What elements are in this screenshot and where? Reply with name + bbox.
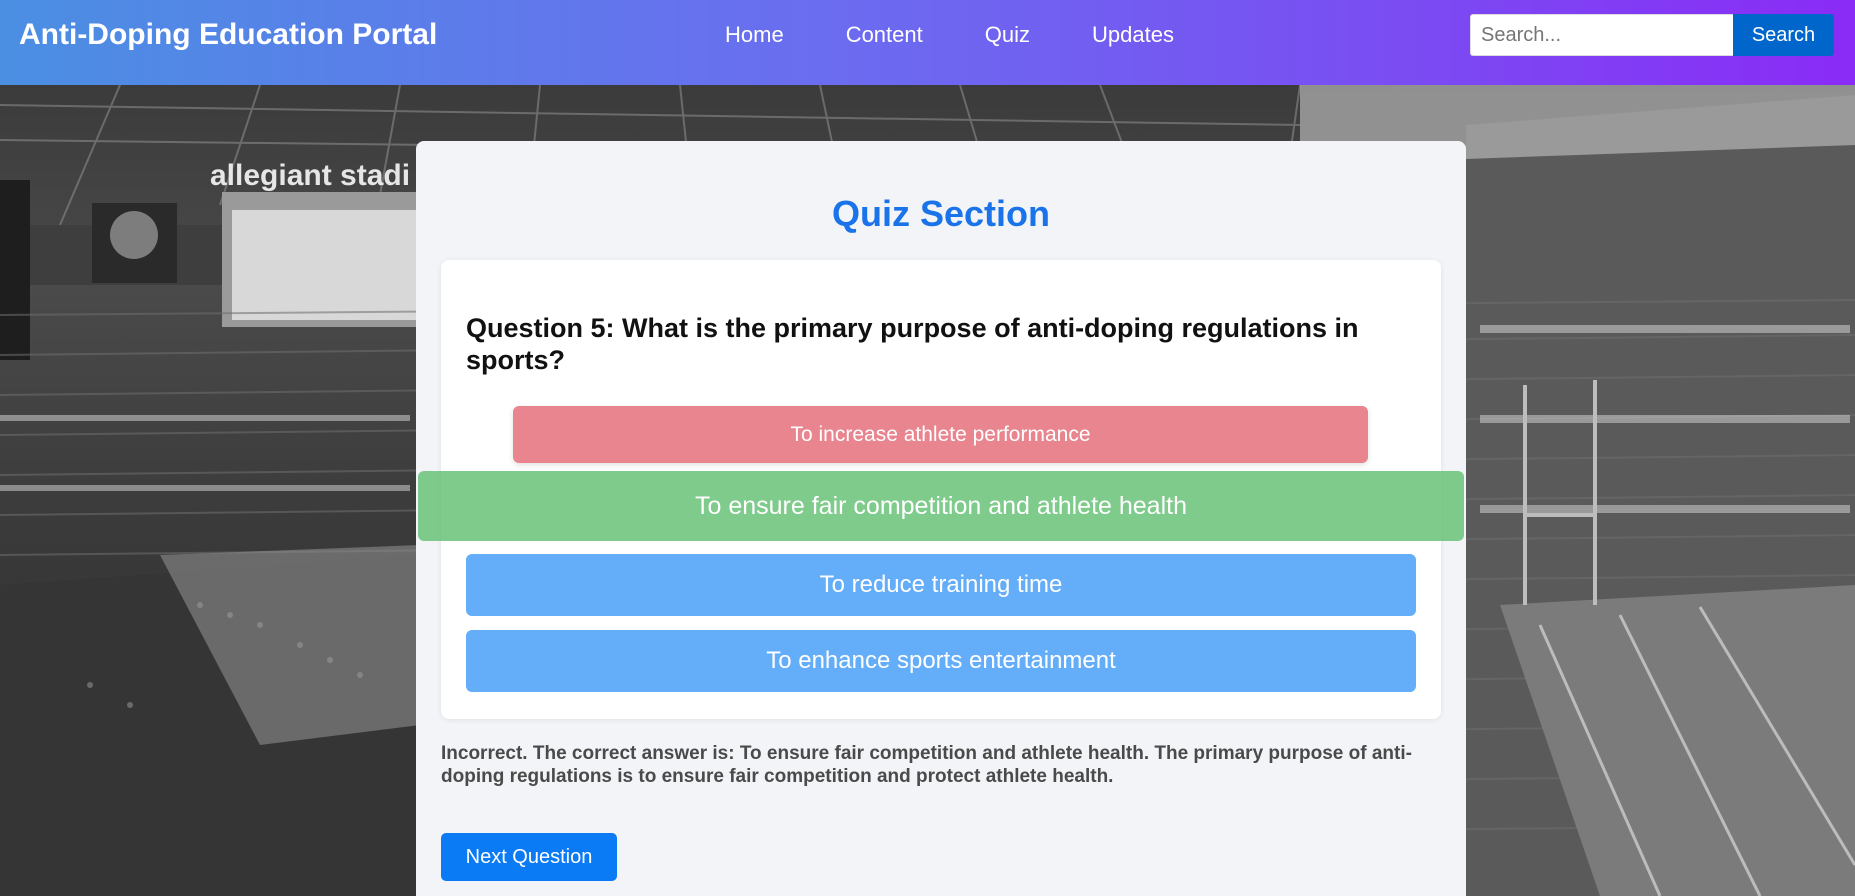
next-question-button[interactable]: Next Question: [441, 833, 617, 881]
stadium-signage-text: allegiant stadi: [210, 159, 410, 192]
nav-updates-link[interactable]: Updates: [1092, 20, 1174, 50]
main-nav: Home Content Quiz Updates: [725, 20, 1236, 50]
search-button[interactable]: Search: [1733, 14, 1834, 56]
nav-home-link[interactable]: Home: [725, 20, 784, 50]
search-input[interactable]: [1470, 14, 1733, 56]
answer-option[interactable]: To reduce training time: [466, 554, 1416, 616]
nav-quiz-link[interactable]: Quiz: [985, 20, 1030, 50]
question-text: Question 5: What is the primary purpose …: [466, 313, 1359, 375]
answer-option-correct[interactable]: To ensure fair competition and athlete h…: [418, 471, 1464, 541]
answer-option[interactable]: To enhance sports entertainment: [466, 630, 1416, 692]
site-title[interactable]: Anti-Doping Education Portal: [19, 17, 437, 53]
question-card: Question 5: What is the primary purpose …: [418, 260, 1464, 719]
answer-option-incorrect[interactable]: To increase athlete performance: [513, 406, 1368, 463]
top-navigation-bar: Anti-Doping Education Portal Home Conten…: [0, 0, 1855, 85]
answer-feedback-text: Incorrect. The correct answer is: To ens…: [441, 743, 1412, 787]
search-bar: Search: [1470, 14, 1834, 56]
quiz-section-panel: Quiz Section Question 5: What is the pri…: [416, 141, 1466, 896]
quiz-section-title: Quiz Section: [831, 193, 1051, 234]
nav-content-link[interactable]: Content: [846, 20, 923, 50]
